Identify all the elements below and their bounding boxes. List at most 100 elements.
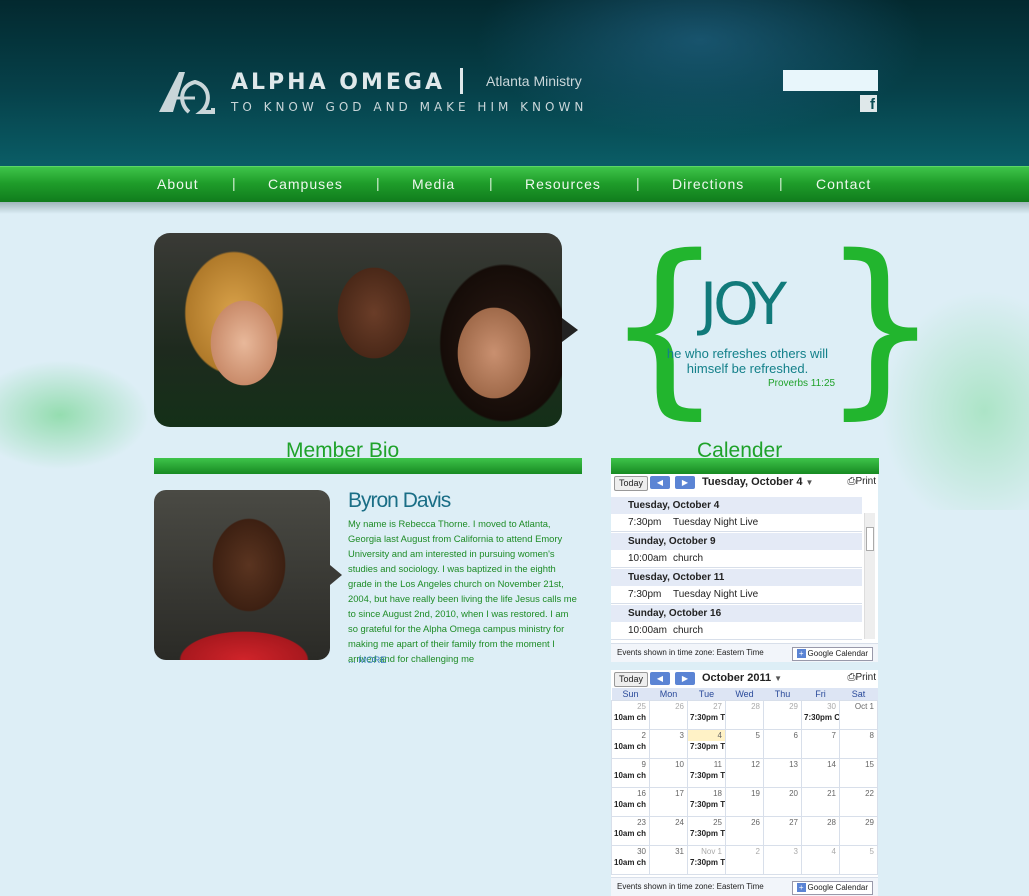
calendar-day-cell[interactable]: 4 7:30pm T [687, 729, 726, 759]
calendar-day-cell[interactable]: 11 7:30pm T [687, 758, 726, 788]
day-number[interactable]: 26 [726, 817, 763, 828]
calendar-day-cell[interactable]: 13 [763, 758, 802, 788]
today-day-number[interactable]: 4 [688, 730, 725, 741]
calendar-day-cell[interactable]: 2 10am ch [611, 729, 650, 759]
agenda-date-label[interactable]: Tuesday, October 4 ▼ [702, 476, 813, 488]
calendar-event[interactable]: 7:30pm C [802, 712, 839, 724]
day-number[interactable]: 3 [764, 846, 801, 857]
day-number[interactable]: 29 [764, 701, 801, 712]
today-button[interactable]: Today [614, 476, 649, 491]
day-number[interactable]: 13 [764, 759, 801, 770]
calendar-day-cell[interactable]: 23 10am ch [611, 816, 650, 846]
next-arrow-icon[interactable]: ▶ [675, 672, 695, 685]
day-number[interactable]: 16 [612, 788, 649, 799]
day-number[interactable]: 6 [764, 730, 801, 741]
calendar-event[interactable]: 7:30pm T [688, 741, 725, 753]
calendar-event[interactable]: 10am ch [612, 770, 649, 782]
calendar-day-cell[interactable]: 8 [839, 729, 878, 759]
calendar-day-cell[interactable]: 18 7:30pm T [687, 787, 726, 817]
calendar-day-cell[interactable]: 29 [839, 816, 878, 846]
day-number[interactable]: 27 [764, 817, 801, 828]
calendar-day-cell[interactable]: 12 [725, 758, 764, 788]
today-button[interactable]: Today [614, 672, 649, 687]
site-brand[interactable]: ALPHA OMEGA [231, 70, 445, 95]
calendar-day-cell[interactable]: 19 [725, 787, 764, 817]
day-number[interactable]: 30 [612, 846, 649, 857]
day-number[interactable]: 14 [802, 759, 839, 770]
calendar-day-cell[interactable]: 27 7:30pm T [687, 700, 726, 730]
calendar-day-cell[interactable]: Nov 1 7:30pm T [687, 845, 726, 875]
prev-arrow-icon[interactable]: ◀ [650, 476, 670, 489]
calendar-day-cell[interactable]: 7 [801, 729, 840, 759]
day-number[interactable]: 15 [840, 759, 877, 770]
calendar-day-cell[interactable]: 17 [649, 787, 688, 817]
calendar-day-cell[interactable]: 28 [725, 700, 764, 730]
day-number[interactable]: 5 [840, 846, 877, 857]
calendar-event[interactable]: 7:30pm T [688, 799, 725, 811]
calendar-day-cell[interactable]: 15 [839, 758, 878, 788]
calendar-day-cell[interactable]: 20 [763, 787, 802, 817]
calendar-day-cell[interactable]: 27 [763, 816, 802, 846]
day-number[interactable]: 22 [840, 788, 877, 799]
calendar-day-cell[interactable]: 2 [725, 845, 764, 875]
nav-campuses[interactable]: Campuses [268, 176, 343, 192]
print-button[interactable]: ⎙Print [847, 476, 876, 487]
day-number[interactable]: 26 [650, 701, 687, 712]
calendar-event[interactable]: 10am ch [612, 741, 649, 753]
calendar-day-cell[interactable]: 3 [763, 845, 802, 875]
next-arrow-icon[interactable]: ▶ [675, 476, 695, 489]
agenda-event[interactable]: 7:30pm Tuesday Night Live [611, 514, 862, 532]
day-number[interactable]: 23 [612, 817, 649, 828]
month-label[interactable]: October 2011 ▼ [702, 672, 782, 684]
calendar-day-cell[interactable]: 16 10am ch [611, 787, 650, 817]
nav-directions[interactable]: Directions [672, 176, 744, 192]
calendar-day-cell[interactable]: 26 [649, 700, 688, 730]
day-number[interactable]: 28 [802, 817, 839, 828]
day-number[interactable]: 18 [688, 788, 725, 799]
calendar-day-cell[interactable]: 25 10am ch [611, 700, 650, 730]
day-number[interactable]: Oct 1 [840, 701, 877, 712]
day-number[interactable]: 29 [840, 817, 877, 828]
calendar-event[interactable]: 7:30pm T [688, 857, 725, 869]
calendar-day-cell[interactable]: 30 10am ch [611, 845, 650, 875]
alpha-omega-logo-icon[interactable] [155, 68, 215, 114]
day-number[interactable]: 9 [612, 759, 649, 770]
day-number[interactable]: 20 [764, 788, 801, 799]
nav-resources[interactable]: Resources [525, 176, 601, 192]
calendar-day-cell[interactable]: 31 [649, 845, 688, 875]
agenda-event[interactable]: 7:30pm Tuesday Night Live [611, 586, 862, 604]
day-number[interactable]: 4 [802, 846, 839, 857]
google-calendar-button[interactable]: + Google Calendar [791, 647, 873, 661]
calendar-day-cell[interactable]: 10 [649, 758, 688, 788]
facebook-icon[interactable]: f [860, 95, 877, 113]
calendar-day-cell[interactable]: 28 [801, 816, 840, 846]
nav-media[interactable]: Media [412, 176, 455, 192]
calendar-day-cell[interactable]: 25 7:30pm T [687, 816, 726, 846]
calendar-day-cell[interactable]: 26 [725, 816, 764, 846]
calendar-event[interactable]: 7:30pm T [688, 712, 725, 724]
calendar-day-cell[interactable]: 9 10am ch [611, 758, 650, 788]
day-number[interactable]: 17 [650, 788, 687, 799]
day-number[interactable]: 21 [802, 788, 839, 799]
calendar-day-cell[interactable]: 5 [839, 845, 878, 875]
day-number[interactable]: 12 [726, 759, 763, 770]
day-number[interactable]: 24 [650, 817, 687, 828]
google-calendar-button[interactable]: + Google Calendar [791, 881, 873, 895]
day-number[interactable]: 8 [840, 730, 877, 741]
nav-contact[interactable]: Contact [816, 176, 871, 192]
day-number[interactable]: 10 [650, 759, 687, 770]
day-number[interactable]: Nov 1 [688, 846, 725, 857]
calendar-day-cell[interactable]: 14 [801, 758, 840, 788]
day-number[interactable]: 28 [726, 701, 763, 712]
calendar-day-cell[interactable]: 21 [801, 787, 840, 817]
day-number[interactable]: 2 [612, 730, 649, 741]
calendar-day-cell[interactable]: Oct 1 [839, 700, 878, 730]
agenda-scrollbar[interactable] [864, 513, 875, 639]
day-number[interactable]: 19 [726, 788, 763, 799]
day-number[interactable]: 25 [688, 817, 725, 828]
calendar-day-cell[interactable]: 24 [649, 816, 688, 846]
calendar-day-cell[interactable]: 22 [839, 787, 878, 817]
day-number[interactable]: 27 [688, 701, 725, 712]
day-number[interactable]: 2 [726, 846, 763, 857]
day-number[interactable]: 25 [612, 701, 649, 712]
